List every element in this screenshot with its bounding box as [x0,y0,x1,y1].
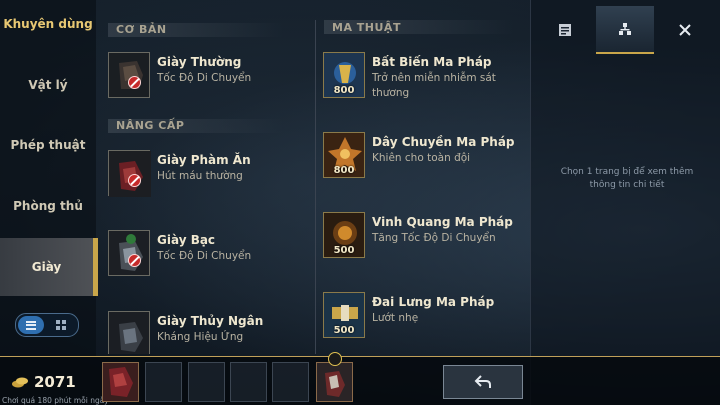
list-view-button[interactable] [18,316,44,334]
item-vinh-quang-ma-phap[interactable]: 500 Vinh Quang Ma Pháp Tăng Tốc Độ Di Ch… [323,212,523,260]
detail-panel [530,0,720,405]
item-desc: Khiên cho toàn đội [372,152,471,164]
item-name: Giày Phàm Ăn [157,153,251,167]
item-price: 500 [333,245,355,256]
item-desc: Hút máu thường [157,170,243,182]
item-name: Dây Chuyền Ma Pháp [372,135,515,149]
item-price: 500 [333,325,355,336]
owned-boots-icon [325,371,345,397]
list-icon [26,320,36,330]
item-desc: Trở nên miễn nhiễm sát thương [372,72,496,99]
category-physical[interactable]: Vật lý [0,78,96,92]
enchant-glory-icon: 500 [323,212,365,258]
item-day-chuyen-ma-phap[interactable]: 800 Dây Chuyền Ma Pháp Khiên cho toàn độ… [323,132,523,180]
grid-icon [56,320,66,330]
inventory-slot-2[interactable] [145,362,182,402]
section-magic-title: MA THUẬT [332,21,401,34]
enchant-belt-icon: 500 [323,292,365,338]
locked-icon [128,254,141,267]
item-name: Vinh Quang Ma Pháp [372,215,513,229]
item-desc: Kháng Hiệu Ứng [157,331,244,343]
item-desc: Lướt nhẹ [372,312,419,324]
close-button[interactable] [656,6,714,54]
item-giay-pham-an[interactable]: Giày Phàm Ăn Hút máu thường [108,150,308,198]
item-giay-thuy-ngan[interactable]: Giày Thủy Ngân Kháng Hiệu Ứng [108,311,308,354]
undo-icon [474,375,491,388]
boots-lifesteal-icon [108,150,151,197]
view-toggle [15,313,79,337]
inventory-slot-4[interactable] [230,362,267,402]
document-icon [559,24,571,36]
hierarchy-icon [619,23,631,35]
item-dai-lung-ma-phap[interactable]: 500 Đai Lưng Ma Pháp Lướt nhẹ [323,292,523,340]
enchant-amulet-icon: 800 [323,52,365,98]
grid-view-button[interactable] [48,316,74,334]
undo-button[interactable] [443,365,523,399]
category-defense[interactable]: Phòng thủ [0,199,96,213]
category-magic[interactable]: Phép thuật [0,138,96,152]
inventory-slot-5[interactable] [272,362,309,402]
locked-icon [128,174,141,187]
owned-item-icon [109,367,133,397]
close-icon [679,24,691,36]
item-price: 800 [333,165,355,176]
item-name: Giày Bạc [157,233,216,247]
item-name: Giày Thủy Ngân [157,314,264,328]
item-name: Bất Biến Ma Pháp [372,55,492,69]
category-recommended[interactable]: Khuyên dùng [0,17,96,31]
column-divider [315,20,316,354]
gold-amount: 2071 [34,373,76,391]
item-name: Đai Lưng Ma Pháp [372,295,495,309]
boots-icon [108,52,150,98]
playtime-warning: Chơi quá 180 phút mỗi ngày [2,396,109,405]
item-giay-bac[interactable]: Giày Bạc Tốc Độ Di Chuyển [108,230,308,278]
section-basic-title: CƠ BẢN [116,23,167,36]
item-desc: Tăng Tốc Độ Di Chuyển [372,232,496,244]
category-boots[interactable]: Giày [0,238,96,296]
item-giay-thuong[interactable]: Giày Thường Tốc Độ Di Chuyển [108,52,308,100]
inventory-slot-1[interactable] [102,362,139,402]
item-price: 800 [333,85,355,96]
item-name: Giày Thường [157,55,242,69]
item-desc: Tốc Độ Di Chuyển [157,72,252,84]
locked-icon [128,76,141,89]
tab-build-tree[interactable] [596,6,654,54]
boots-silver-icon [108,230,150,276]
item-bat-bien-ma-phap[interactable]: 800 Bất Biến Ma Pháp Trở nên miễn nhiễm … [323,52,523,100]
inventory-slot-6[interactable] [316,362,353,402]
upgrade-badge-icon [328,352,342,366]
selected-indicator [96,238,98,296]
enchant-necklace-icon: 800 [323,132,365,178]
boots-mercury-icon [108,311,150,354]
tab-item-info[interactable] [536,6,594,54]
category-sidebar: Khuyên dùng Vật lý Phép thuật Phòng thủ … [0,0,96,356]
item-desc: Tốc Độ Di Chuyển [157,250,252,262]
inventory-slot-3[interactable] [188,362,225,402]
gold-coin-icon [12,377,28,388]
section-upgrade-title: NÂNG CẤP [116,119,185,132]
detail-hint: Chọn 1 trang bị để xem thêm thông tin ch… [560,167,694,190]
